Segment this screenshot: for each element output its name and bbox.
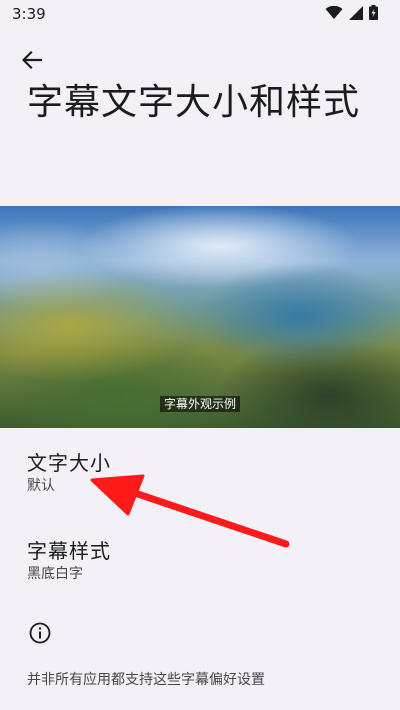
preview-caption-text: 字幕外观示例 <box>159 396 240 412</box>
status-bar: 3:39 <box>0 0 400 28</box>
wifi-icon <box>325 5 343 19</box>
back-arrow-icon <box>22 51 42 69</box>
back-button[interactable] <box>12 40 52 80</box>
status-time: 3:39 <box>12 5 46 23</box>
page-title: 字幕文字大小和样式 <box>27 82 361 123</box>
battery-icon <box>369 5 378 20</box>
setting-text-size-title: 文字大小 <box>27 451 111 475</box>
footer-note: 并非所有应用都支持这些字幕偏好设置 <box>27 672 265 688</box>
setting-caption-style[interactable]: 字幕样式 黑底白字 <box>0 535 400 595</box>
setting-text-size-summary: 默认 <box>27 478 55 494</box>
status-icons <box>325 5 378 20</box>
setting-text-size[interactable]: 文字大小 默认 <box>0 447 400 507</box>
setting-caption-style-summary: 黑底白字 <box>27 566 83 582</box>
info-icon <box>29 622 51 644</box>
signal-icon <box>349 5 363 20</box>
setting-caption-style-title: 字幕样式 <box>27 539 111 563</box>
preview-caption: 字幕外观示例 <box>0 395 400 412</box>
caption-preview: 字幕外观示例 <box>0 206 400 428</box>
